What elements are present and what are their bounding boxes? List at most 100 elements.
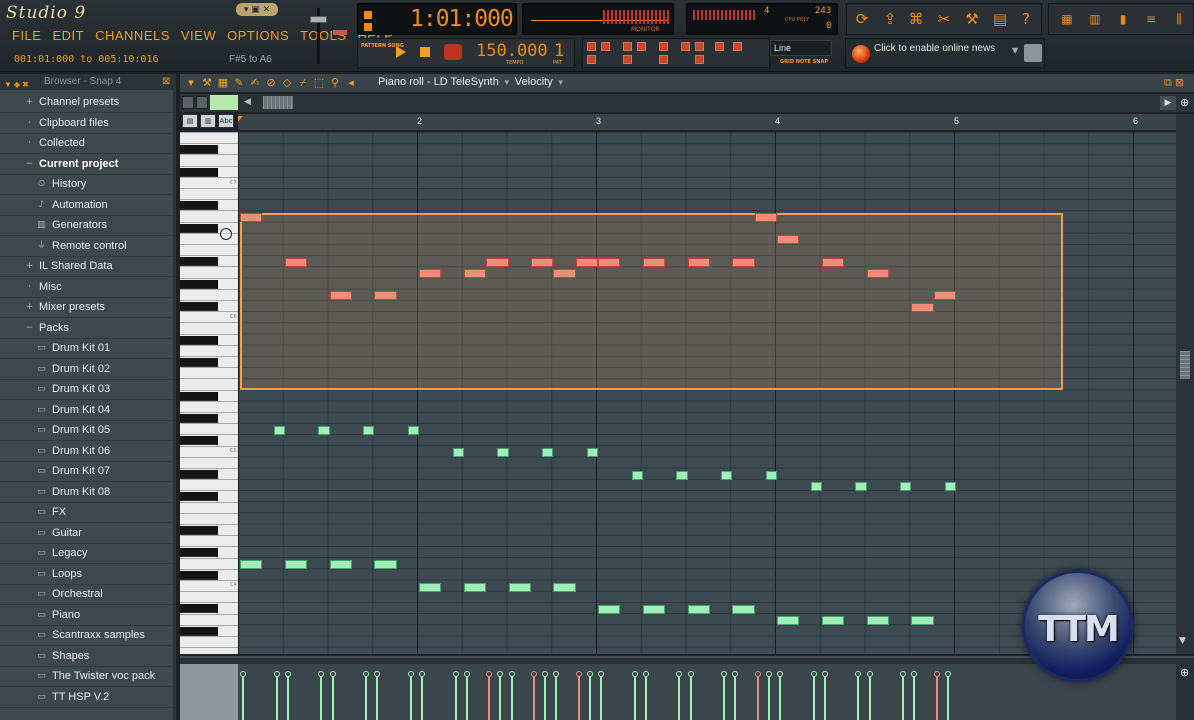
velocity-bar[interactable] [633, 676, 636, 720]
browser-item[interactable]: ▭ FX [0, 503, 176, 523]
chevron-down-icon[interactable]: ▼ [1012, 46, 1018, 55]
note[interactable] [911, 616, 934, 626]
velocity-bar[interactable] [365, 676, 368, 720]
note-names-icon[interactable]: Abc [218, 114, 234, 128]
document-icon[interactable]: ▤ [991, 10, 1009, 28]
black-key[interactable] [180, 257, 218, 267]
browser-icon[interactable]: ≡ [1143, 12, 1159, 26]
velocity-handle[interactable] [754, 671, 761, 677]
note[interactable] [374, 291, 397, 301]
velocity-handle[interactable] [732, 671, 739, 677]
note[interactable] [407, 425, 419, 435]
velocity-handle[interactable] [486, 671, 493, 677]
velocity-bar[interactable] [532, 676, 535, 720]
velocity-bar[interactable] [555, 676, 558, 720]
velocity-bar[interactable] [823, 676, 826, 720]
velocity-handle[interactable] [530, 671, 537, 677]
wait-icon[interactable] [601, 42, 610, 51]
velocity-bar[interactable] [600, 676, 602, 720]
mixer-icon[interactable]: ⫼ [1171, 12, 1187, 26]
velocity-bar[interactable] [286, 676, 289, 720]
overdub-icon[interactable] [623, 55, 632, 64]
note[interactable] [900, 481, 912, 491]
browser-item[interactable]: ▭ Drum Kit 08 [0, 483, 176, 503]
velocity-handle[interactable] [419, 671, 425, 677]
velocity-handle[interactable] [542, 671, 549, 677]
export-icon[interactable]: ⇪ [881, 10, 899, 28]
velocity-bar[interactable] [946, 676, 949, 720]
velocity-bar[interactable] [488, 676, 491, 720]
snap-icon[interactable] [695, 55, 704, 64]
browser-item[interactable]: ▭ Loops [0, 565, 176, 585]
news-text[interactable]: Click to enable online news [874, 43, 995, 54]
note[interactable] [553, 269, 576, 278]
velocity-handle[interactable] [508, 671, 515, 677]
note[interactable] [553, 582, 576, 592]
velocity-handle[interactable] [631, 671, 638, 677]
velocity-bar[interactable] [465, 676, 468, 720]
note[interactable] [765, 470, 777, 480]
black-key[interactable] [180, 414, 218, 423]
velocity-bar[interactable] [577, 676, 580, 720]
scroll-icon[interactable] [715, 42, 724, 51]
black-key[interactable] [180, 279, 218, 289]
black-key[interactable] [180, 302, 218, 311]
zoom-in-icon[interactable]: ⊕ [1180, 96, 1189, 109]
browser-item[interactable]: ▭ Orchestral [0, 585, 176, 605]
velocity-handle[interactable] [687, 671, 694, 677]
velocity-handle[interactable] [900, 671, 907, 677]
stamp-icon[interactable]: ▤ [182, 114, 198, 128]
menu-options[interactable]: OPTIONS [227, 28, 289, 43]
velocity-bar[interactable] [421, 676, 423, 720]
pattern-number[interactable]: 1 [554, 41, 564, 61]
velocity-handle[interactable] [497, 671, 504, 677]
note[interactable] [318, 425, 330, 435]
record-button[interactable] [444, 44, 462, 60]
velocity-bar[interactable] [544, 676, 547, 720]
black-key[interactable] [180, 358, 218, 367]
velocity-bar[interactable] [868, 676, 871, 720]
browser-item[interactable]: ▭ Piano [0, 606, 176, 626]
velocity-area[interactable] [238, 664, 1176, 720]
paint-mode-button[interactable] [196, 96, 208, 109]
velocity-bar[interactable] [376, 676, 379, 720]
scroll-left-icon[interactable]: ◀ [244, 97, 251, 107]
black-key[interactable] [180, 223, 218, 233]
note[interactable] [374, 560, 397, 570]
velocity-handle[interactable] [407, 671, 414, 677]
note[interactable] [497, 448, 509, 458]
velocity-handle[interactable] [374, 671, 381, 677]
note[interactable] [855, 481, 867, 491]
help-icon[interactable]: ? [1017, 10, 1035, 28]
velocity-bar[interactable] [812, 676, 815, 720]
browser-item[interactable]: ▭ Drum Kit 06 [0, 442, 176, 462]
browser-item[interactable]: ▭ Legacy [0, 544, 176, 564]
play-button[interactable] [396, 46, 406, 58]
note[interactable] [240, 213, 263, 222]
event-target[interactable]: Velocity [515, 76, 553, 88]
scroll-down-icon[interactable]: ▼ [1179, 636, 1186, 646]
note[interactable] [732, 257, 755, 267]
browser-item[interactable]: ♪ Automation [0, 196, 176, 216]
note[interactable] [732, 605, 755, 614]
velocity-handle[interactable] [284, 671, 291, 677]
tempo-display[interactable]: 150.000 [476, 41, 548, 61]
velocity-bar[interactable] [409, 676, 412, 720]
velocity-handle[interactable] [721, 671, 728, 677]
step-sequencer-icon[interactable]: ▥ [1087, 12, 1103, 26]
note[interactable] [530, 257, 554, 267]
velocity-handle[interactable] [329, 671, 336, 677]
step-edit-icon[interactable] [637, 42, 646, 51]
velocity-bar[interactable] [242, 676, 244, 720]
browser-item[interactable]: ▭ TT HSP V.2 [0, 688, 176, 708]
velocity-bar[interactable] [499, 676, 502, 720]
mute-icon[interactable]: ◇ [280, 76, 294, 90]
browser-item[interactable]: ▥ Generators [0, 216, 176, 236]
stop-button[interactable] [420, 47, 430, 57]
browser-item[interactable]: · Misc [0, 278, 176, 298]
note[interactable] [944, 481, 956, 491]
select-icon[interactable]: ⬚ [312, 76, 326, 90]
online-news-panel[interactable]: Click to enable online news ▼ [845, 38, 1045, 68]
black-key[interactable] [180, 492, 218, 502]
note[interactable] [821, 616, 845, 626]
